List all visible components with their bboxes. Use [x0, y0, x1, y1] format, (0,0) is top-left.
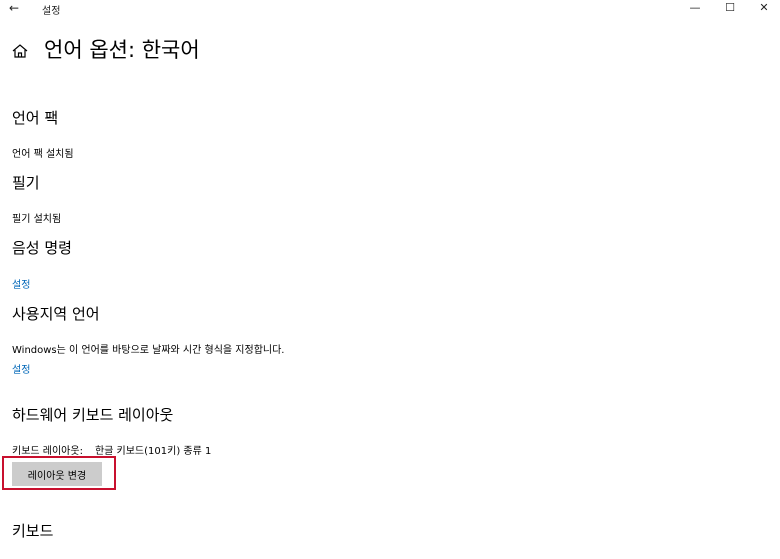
minimize-icon[interactable]: — — [683, 0, 707, 16]
change-layout-button[interactable]: 레이아웃 변경 — [12, 462, 102, 486]
maximize-icon[interactable]: ☐ — [718, 0, 742, 16]
back-arrow-icon[interactable]: ← — [6, 0, 22, 16]
app-title: 설정 — [42, 6, 61, 17]
page-title: 언어 옵션: 한국어 — [44, 38, 200, 62]
speech-settings-link[interactable]: 설정 — [12, 276, 30, 291]
regional-language-description: Windows는 이 언어를 바탕으로 날짜와 시간 형식을 지정합니다. — [12, 345, 285, 356]
home-icon[interactable] — [12, 44, 28, 58]
close-icon[interactable]: ✕ — [752, 0, 776, 16]
handwriting-heading: 필기 — [12, 174, 40, 192]
keyboard-heading: 키보드 — [12, 522, 54, 540]
language-pack-status: 언어 팩 설치됨 — [12, 149, 74, 160]
regional-settings-link[interactable]: 설정 — [12, 361, 30, 376]
keyboard-layout-row: 키보드 레이아웃: 한글 키보드(101키) 종류 1 — [12, 442, 211, 457]
hardware-keyboard-heading: 하드웨어 키보드 레이아웃 — [12, 406, 174, 424]
title-bar: ← 설정 — ☐ ✕ — [0, 0, 780, 18]
handwriting-status: 필기 설치됨 — [12, 214, 62, 225]
speech-heading: 음성 명령 — [12, 239, 72, 257]
language-pack-heading: 언어 팩 — [12, 109, 59, 127]
regional-language-heading: 사용지역 언어 — [12, 305, 100, 323]
